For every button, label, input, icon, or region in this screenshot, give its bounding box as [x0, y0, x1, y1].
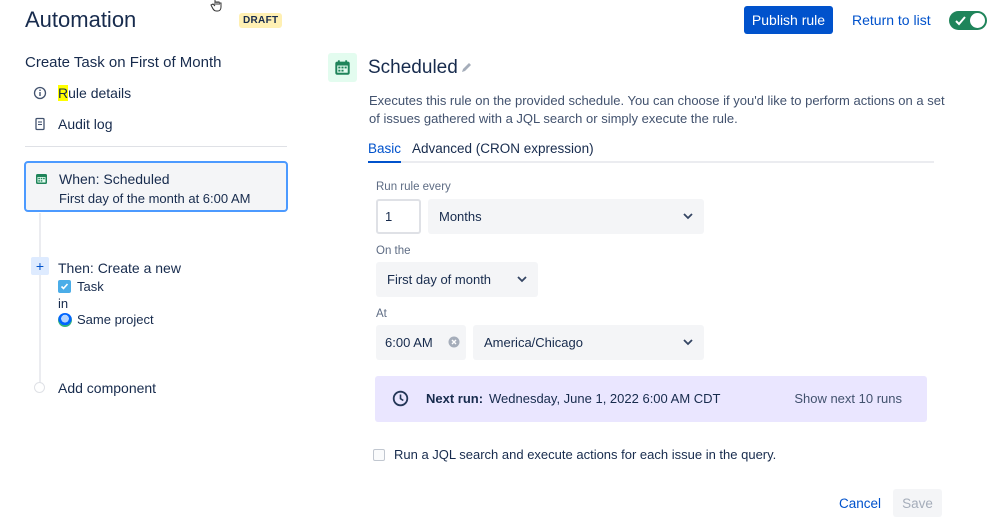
project-label: Same project — [77, 312, 154, 327]
jql-option-label: Run a JQL search and execute actions for… — [394, 447, 777, 462]
save-button[interactable]: Save — [893, 489, 942, 517]
interval-unit-value: Months — [439, 209, 482, 224]
rule-details-label: ule details — [68, 85, 132, 101]
rule-timeline — [39, 213, 41, 383]
project-avatar — [58, 312, 72, 327]
sidebar-divider — [25, 146, 287, 147]
chevron-down-icon — [517, 276, 527, 283]
tab-advanced-cron[interactable]: Advanced (CRON expression) — [412, 141, 594, 160]
clear-icon[interactable] — [448, 336, 460, 348]
trigger-title: When: Scheduled — [59, 171, 170, 187]
time-input[interactable]: 6:00 AM — [376, 325, 466, 360]
interval-input[interactable]: 1 — [376, 199, 421, 234]
trigger-card[interactable]: When: Scheduled First day of the month a… — [24, 161, 288, 212]
action-title[interactable]: Then: Create a new — [58, 260, 181, 276]
task-label: Task — [77, 279, 104, 294]
toggle-knob — [970, 13, 985, 28]
publish-rule-button[interactable]: Publish rule — [744, 6, 833, 34]
task-checkbox-icon — [58, 280, 71, 293]
info-icon — [33, 86, 47, 100]
jql-checkbox[interactable] — [373, 448, 385, 461]
show-next-runs-link[interactable]: Show next 10 runs — [794, 391, 902, 406]
day-select[interactable]: First day of month — [376, 262, 538, 297]
scheduled-calendar-icon — [328, 53, 357, 82]
add-action-icon[interactable]: + — [31, 257, 49, 275]
jql-option[interactable]: Run a JQL search and execute actions for… — [373, 447, 776, 462]
rule-details-highlight: R — [58, 85, 69, 101]
timezone-value: America/Chicago — [484, 335, 583, 350]
audit-log-label: Audit log — [58, 116, 113, 132]
next-run-label: Next run: — [426, 391, 484, 406]
timezone-select[interactable]: America/Chicago — [473, 325, 704, 360]
chevron-down-icon — [683, 339, 693, 346]
on-the-label: On the — [376, 245, 411, 257]
audit-log-link[interactable]: Audit log — [33, 116, 112, 132]
add-component-dot — [34, 382, 45, 393]
interval-unit-select[interactable]: Months — [428, 199, 704, 234]
return-to-list-link[interactable]: Return to list — [852, 12, 931, 28]
check-icon — [955, 16, 966, 26]
next-run-panel: Next run: Wednesday, June 1, 2022 6:00 A… — [375, 376, 927, 422]
time-value: 6:00 AM — [385, 335, 433, 350]
cancel-button[interactable]: Cancel — [834, 489, 886, 517]
component-title: Scheduled — [368, 57, 458, 78]
edit-pencil-icon[interactable] — [460, 60, 474, 74]
action-issue-type: Task — [58, 279, 104, 294]
rule-name: Create Task on First of Month — [25, 54, 222, 71]
action-connector: in — [58, 296, 69, 311]
draft-badge: DRAFT — [239, 13, 283, 28]
hand-cursor-icon — [210, 0, 222, 12]
component-description: Executes this rule on the provided sched… — [369, 93, 945, 126]
at-label: At — [376, 308, 387, 320]
page-title: Automation — [25, 7, 137, 32]
rule-enabled-toggle[interactable] — [949, 11, 987, 30]
next-run-value: Wednesday, June 1, 2022 6:00 AM CDT — [489, 391, 721, 406]
schedule-tabs: Basic Advanced (CRON expression) — [368, 141, 934, 163]
add-component-link[interactable]: Add component — [58, 380, 156, 396]
tab-basic[interactable]: Basic — [368, 141, 402, 163]
document-icon — [35, 117, 45, 131]
run-every-label: Run rule every — [376, 181, 451, 193]
trigger-subtitle: First day of the month at 6:00 AM — [59, 191, 251, 206]
day-value: First day of month — [387, 272, 492, 287]
chevron-down-icon — [683, 213, 693, 220]
clock-icon — [392, 390, 409, 407]
rule-details-link[interactable]: Rule details — [33, 85, 131, 101]
calendar-icon — [36, 174, 47, 184]
action-project: Same project — [58, 312, 154, 327]
